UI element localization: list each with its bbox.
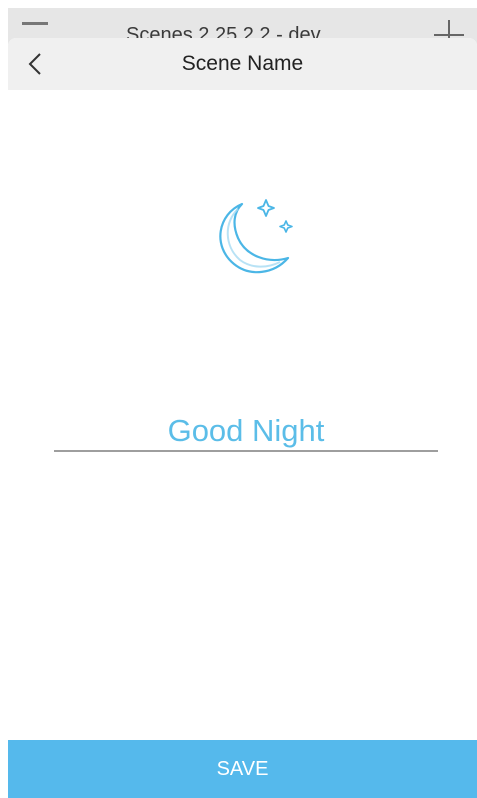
moon-stars-icon [219,199,293,274]
add-icon-horizontal [434,34,464,36]
sheet-title: Scene Name [181,52,304,75]
chevron-left-icon [28,53,41,75]
input-underline [54,450,438,452]
phone-screen: Scenes 2.25.2.2 - dev Scene Name SAVE [8,8,477,798]
back-button[interactable] [18,46,54,82]
menu-icon[interactable] [22,22,48,25]
scene-name-sheet: Scene Name SAVE [8,38,477,798]
scene-name-input[interactable] [54,408,438,454]
save-button[interactable]: SAVE [8,740,477,798]
sheet-header: Scene Name [8,38,477,90]
